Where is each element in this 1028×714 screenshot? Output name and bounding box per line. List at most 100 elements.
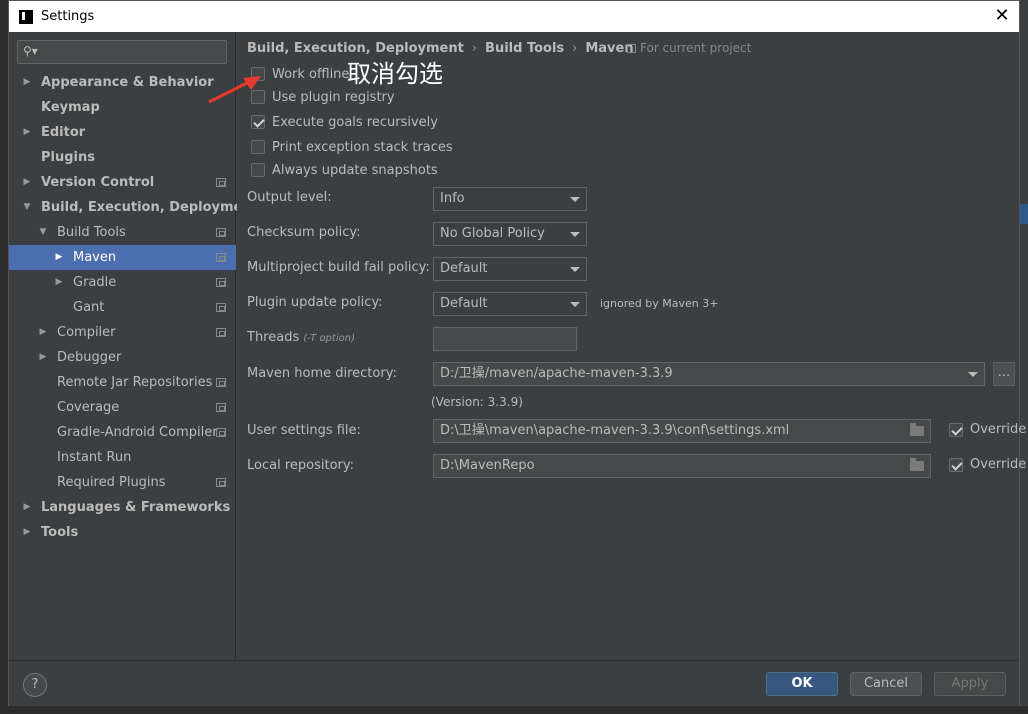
project-scope-icon [216, 428, 226, 437]
project-scope-icon [216, 403, 226, 412]
expand-right-icon[interactable]: ▶ [21, 170, 33, 195]
checkbox-box[interactable] [251, 115, 265, 129]
project-scope-icon [216, 328, 226, 337]
sidebar-item-label: Keymap [41, 100, 100, 115]
intellij-app-icon [19, 9, 33, 24]
checkbox-label: Always update snapshots [272, 162, 438, 178]
checkbox-box[interactable] [949, 422, 963, 437]
sidebar-item-version-control[interactable]: ▶ Version Control [9, 170, 236, 195]
checkbox-box[interactable] [251, 163, 265, 177]
maven-version-note: (Version: 3.3.9) [431, 395, 523, 409]
expand-right-icon[interactable]: ▶ [37, 320, 49, 345]
project-scope-icon [216, 178, 226, 187]
expand-right-icon[interactable]: ▶ [53, 245, 65, 270]
print-exception-stack-traces-checkbox[interactable]: Print exception stack traces [251, 137, 453, 157]
local-repository-label: Local repository: [247, 458, 354, 473]
sidebar-item-appearance-behavior[interactable]: ▶ Appearance & Behavior [9, 70, 236, 95]
expand-right-icon[interactable]: ▶ [21, 495, 33, 520]
chevron-down-icon [570, 197, 580, 202]
local-repository-input[interactable]: D:\MavenRepo [433, 454, 931, 478]
sidebar-item-label: Maven [73, 250, 117, 265]
sidebar-item-label: Debugger [57, 350, 122, 365]
sidebar-item-tools[interactable]: ▶ Tools [9, 520, 236, 545]
maven-home-select[interactable]: D:/卫操/maven/apache-maven-3.3.9 [433, 362, 985, 386]
checkbox-box[interactable] [949, 457, 963, 472]
plugin-update-policy-label: Plugin update policy: [247, 295, 383, 310]
project-scope-icon [216, 278, 226, 287]
sidebar-item-label: Coverage [57, 400, 120, 415]
sidebar-item-keymap[interactable]: Keymap [9, 95, 236, 120]
checkbox-label: Use plugin registry [272, 89, 395, 105]
sidebar-item-languages-frameworks[interactable]: ▶ Languages & Frameworks [9, 495, 236, 520]
sidebar-item-debugger[interactable]: ▶ Debugger [9, 345, 236, 370]
sidebar-item-editor[interactable]: ▶ Editor [9, 120, 236, 145]
sidebar-item-plugins[interactable]: Plugins [9, 145, 236, 170]
sidebar-item-label: Appearance & Behavior [41, 75, 214, 90]
local-repository-override-checkbox[interactable]: Override [949, 457, 1026, 472]
work-offline-checkbox[interactable]: Work offline [251, 64, 349, 84]
sidebar-item-instant-run[interactable]: Instant Run [9, 445, 236, 470]
output-level-select[interactable]: Info [433, 187, 587, 211]
sidebar-item-build-tools[interactable]: ▼ Build Tools [9, 220, 236, 245]
sidebar-item-required-plugins[interactable]: Required Plugins [9, 470, 236, 495]
sidebar-item-gradle-android-compiler[interactable]: Gradle-Android Compiler [9, 420, 236, 445]
annotation-text: 取消勾选 [347, 60, 443, 88]
sidebar-item-label: Plugins [41, 150, 95, 165]
expand-right-icon[interactable]: ▶ [37, 345, 49, 370]
expand-right-icon[interactable]: ▶ [53, 270, 65, 295]
expand-right-icon[interactable]: ▶ [21, 520, 33, 545]
sidebar-item-gant[interactable]: Gant [9, 295, 236, 320]
sidebar-item-gradle[interactable]: ▶ Gradle [9, 270, 236, 295]
project-scope-icon [216, 478, 226, 487]
ok-button[interactable]: OK [766, 672, 838, 696]
cancel-button[interactable]: Cancel [850, 672, 922, 696]
folder-icon[interactable] [910, 423, 924, 436]
sidebar-item-maven[interactable]: ▶ Maven [9, 245, 236, 270]
browse-maven-home-button[interactable]: ... [993, 362, 1015, 386]
sidebar-item-label: Instant Run [57, 450, 132, 465]
project-scope-icon [216, 228, 226, 237]
search-icon: ⚲▾ [23, 44, 38, 58]
user-settings-input[interactable]: D:\卫操\maven\apache-maven-3.3.9\conf\sett… [433, 419, 931, 443]
user-settings-override-checkbox[interactable]: Override [949, 422, 1026, 437]
expand-down-icon[interactable]: ▼ [37, 220, 49, 245]
breadcrumb-item[interactable]: Build Tools [485, 41, 564, 56]
always-update-snapshots-checkbox[interactable]: Always update snapshots [251, 160, 438, 180]
sidebar-item-label: Required Plugins [57, 475, 166, 490]
execute-goals-recursively-checkbox[interactable]: Execute goals recursively [251, 112, 438, 132]
output-level-label: Output level: [247, 190, 332, 205]
checkbox-box[interactable] [251, 140, 265, 154]
sidebar-item-compiler[interactable]: ▶ Compiler [9, 320, 236, 345]
help-button[interactable]: ? [23, 673, 47, 697]
breadcrumb-separator: › [572, 41, 578, 56]
checksum-policy-select[interactable]: No Global Policy [433, 222, 587, 246]
multiproject-fail-policy-label: Multiproject build fail policy: [247, 260, 430, 275]
plugin-update-policy-select[interactable]: Default [433, 292, 587, 316]
window-title: Settings [41, 9, 95, 24]
expand-down-icon[interactable]: ▼ [21, 195, 33, 220]
search-input[interactable]: ⚲▾ [17, 40, 227, 64]
settings-dialog: Settings ✕ ⚲▾ ▶ Appearance & Behavior Keym… [8, 0, 1026, 706]
multiproject-fail-policy-select[interactable]: Default [433, 257, 587, 281]
apply-button[interactable]: Apply [934, 672, 1006, 696]
background-editor-right [1020, 0, 1028, 714]
sidebar-item-label: Languages & Frameworks [41, 500, 231, 515]
threads-input[interactable] [433, 327, 577, 351]
sidebar-item-label: Tools [41, 525, 79, 540]
folder-icon[interactable] [910, 458, 924, 471]
sidebar-item-build-execution-deployment[interactable]: ▼ Build, Execution, Deployment [9, 195, 258, 220]
dialog-footer: ? OK Cancel Apply [9, 660, 1019, 706]
sidebar-item-coverage[interactable]: Coverage [9, 395, 236, 420]
plugin-update-note: ignored by Maven 3+ [600, 297, 719, 310]
expand-right-icon[interactable]: ▶ [21, 120, 33, 145]
project-scope-icon [627, 44, 636, 53]
background-editor-bottom [0, 706, 1028, 714]
expand-right-icon[interactable]: ▶ [21, 70, 33, 95]
for-current-project-note: For current project [627, 41, 751, 55]
sidebar-item-remote-jar-repositories[interactable]: Remote Jar Repositories [9, 370, 236, 395]
breadcrumb-separator: › [471, 41, 478, 56]
close-icon[interactable]: ✕ [991, 5, 1013, 27]
sidebar-item-label: Version Control [41, 175, 155, 190]
use-plugin-registry-checkbox[interactable]: Use plugin registry [251, 87, 395, 107]
sidebar-item-label: Remote Jar Repositories [57, 375, 213, 390]
